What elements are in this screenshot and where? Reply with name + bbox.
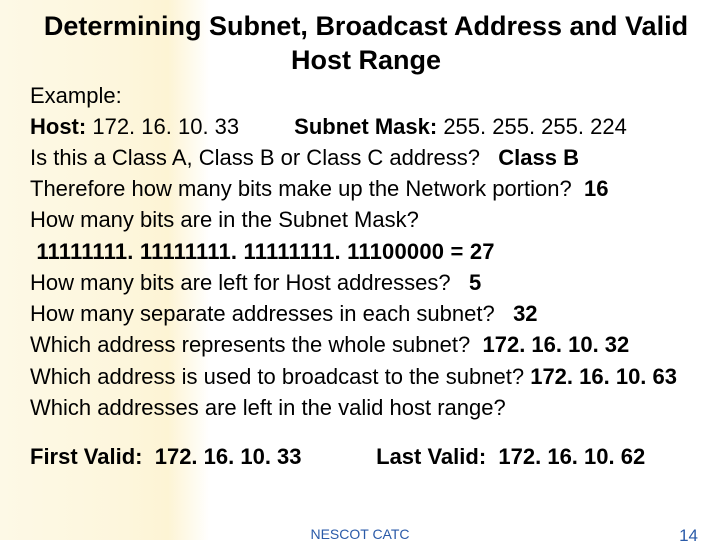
example-label: Example: xyxy=(30,80,702,111)
question-sepaddr: How many separate addresses in each subn… xyxy=(30,298,702,329)
mask-value: 255. 255. 255. 224 xyxy=(443,114,627,139)
first-valid-label: First Valid: xyxy=(30,444,142,469)
question-maskbits: How many bits are in the Subnet Mask? xyxy=(30,204,702,235)
q-class-text: Is this a Class A, Class B or Class C ad… xyxy=(30,145,480,170)
slide-title: Determining Subnet, Broadcast Address an… xyxy=(30,10,702,78)
a-broadcast: 172. 16. 10. 63 xyxy=(530,364,677,389)
q-netbits-text: Therefore how many bits make up the Netw… xyxy=(30,176,572,201)
footer-page-number: 14 xyxy=(679,526,698,546)
a-hostbits: 5 xyxy=(469,270,481,295)
question-broadcast: Which address is used to broadcast to th… xyxy=(30,361,702,392)
a-class: Class B xyxy=(498,145,579,170)
a-subnet: 172. 16. 10. 32 xyxy=(482,332,629,357)
maskbits-binary-text: 11111111. 11111111. 11111111. 11100000 =… xyxy=(36,239,494,264)
q-sepaddr-text: How many separate addresses in each subn… xyxy=(30,301,495,326)
maskbits-binary: 11111111. 11111111. 11111111. 11100000 =… xyxy=(30,236,702,267)
host-value: 172. 16. 10. 33 xyxy=(92,114,239,139)
q-hostbits-text: How many bits are left for Host addresse… xyxy=(30,270,451,295)
a-sepaddr: 32 xyxy=(513,301,537,326)
q-subnet-text: Which address represents the whole subne… xyxy=(30,332,470,357)
question-validrange: Which addresses are left in the valid ho… xyxy=(30,392,702,423)
question-netbits: Therefore how many bits make up the Netw… xyxy=(30,173,702,204)
host-label: Host: xyxy=(30,114,86,139)
question-subnet: Which address represents the whole subne… xyxy=(30,329,702,360)
last-valid-label: Last Valid: xyxy=(376,444,486,469)
question-hostbits: How many bits are left for Host addresse… xyxy=(30,267,702,298)
a-netbits: 16 xyxy=(584,176,608,201)
q-broadcast-text: Which address is used to broadcast to th… xyxy=(30,364,524,389)
host-mask-line: Host: 172. 16. 10. 33 Subnet Mask: 255. … xyxy=(30,111,702,142)
valid-range-row: First Valid: 172. 16. 10. 33 Last Valid:… xyxy=(30,441,702,472)
mask-label: Subnet Mask: xyxy=(294,114,437,139)
question-class: Is this a Class A, Class B or Class C ad… xyxy=(30,142,702,173)
slide-content: Determining Subnet, Broadcast Address an… xyxy=(0,0,720,472)
first-valid-value: 172. 16. 10. 33 xyxy=(155,444,302,469)
last-valid-value: 172. 16. 10. 62 xyxy=(498,444,645,469)
